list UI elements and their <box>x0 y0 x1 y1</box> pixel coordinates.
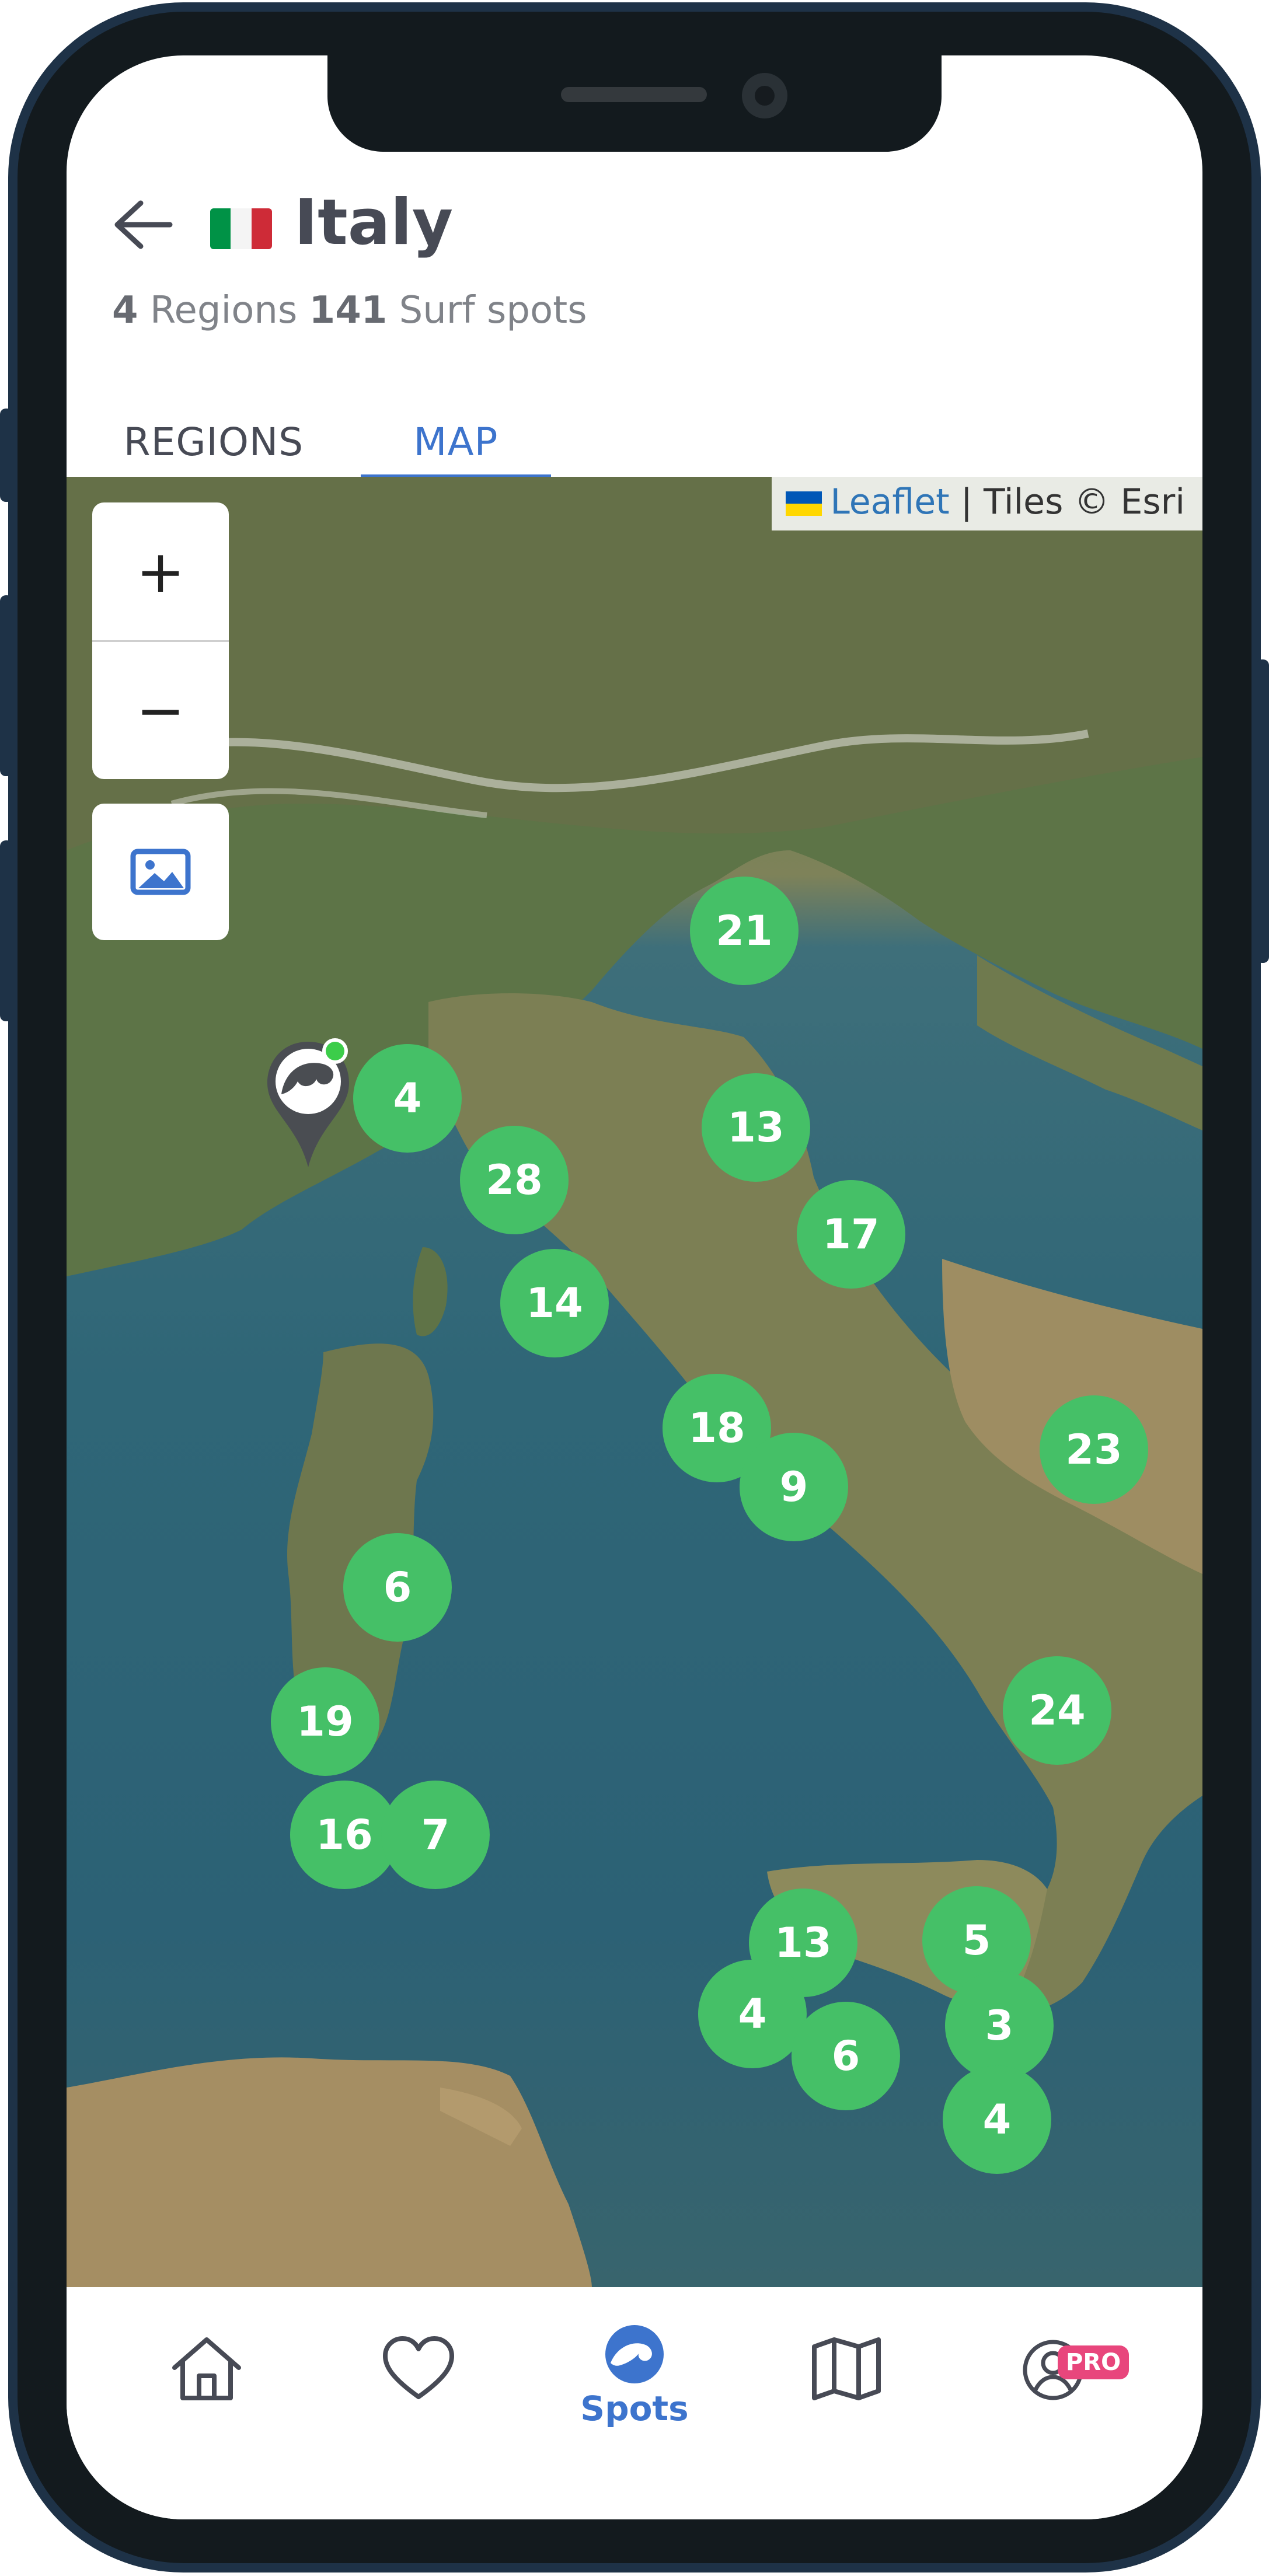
ukraine-flag-icon <box>786 491 822 516</box>
nav-home[interactable] <box>148 2334 265 2462</box>
spot-cluster-marker[interactable]: 4 <box>698 1960 807 2068</box>
spot-cluster-marker[interactable]: 4 <box>353 1044 462 1153</box>
app-screen: Italy 4 Regions 141 Surf spots REGIONS M… <box>67 55 1202 2519</box>
wave-icon <box>605 2325 664 2383</box>
image-icon <box>130 849 191 895</box>
zoom-in-button[interactable]: + <box>92 502 229 642</box>
country-stats: 4 Regions 141 Surf spots <box>112 289 587 332</box>
layer-toggle-button[interactable] <box>92 804 229 940</box>
pro-badge: PRO <box>1058 2345 1129 2379</box>
spot-cluster-marker[interactable]: 21 <box>690 877 799 985</box>
map-view[interactable]: Leaflet | Tiles © Esri + − 21 4 13 28 17… <box>67 477 1202 2287</box>
volume-down-button <box>0 840 13 1021</box>
speaker-grille <box>561 87 707 102</box>
spot-cluster-marker[interactable]: 4 <box>943 2065 1051 2174</box>
page-title: Italy <box>294 186 454 259</box>
back-button[interactable] <box>107 190 177 260</box>
home-icon <box>172 2337 241 2400</box>
spot-cluster-marker[interactable]: 17 <box>797 1180 905 1289</box>
spot-cluster-marker[interactable]: 24 <box>1003 1656 1111 1765</box>
tab-bar: REGIONS MAP <box>67 406 1202 481</box>
zoom-control: + − <box>92 502 229 779</box>
spot-cluster-marker[interactable]: 6 <box>343 1533 452 1642</box>
spot-cluster-marker[interactable]: 9 <box>740 1433 848 1541</box>
regions-label: Regions <box>149 289 298 332</box>
region-count: 4 <box>112 289 138 332</box>
spot-cluster-marker[interactable]: 28 <box>460 1126 569 1234</box>
bottom-navigation: Spots PRO <box>67 2287 1202 2519</box>
map-attribution: Leaflet | Tiles © Esri <box>772 477 1202 530</box>
spot-cluster-marker[interactable]: 14 <box>500 1249 609 1357</box>
italy-flag-icon <box>210 208 272 249</box>
arrow-left-icon <box>114 200 173 249</box>
heart-icon <box>383 2336 454 2399</box>
spot-cluster-marker[interactable]: 6 <box>792 2002 900 2110</box>
spot-cluster-marker[interactable]: 23 <box>1040 1395 1148 1504</box>
volume-up-button <box>0 595 13 776</box>
nav-map[interactable] <box>788 2334 905 2462</box>
nav-spots-label: Spots <box>580 2389 689 2428</box>
spot-cluster-marker[interactable]: 7 <box>381 1781 490 1889</box>
leaflet-link[interactable]: Leaflet <box>830 481 949 522</box>
nav-favorites[interactable] <box>360 2334 477 2462</box>
map-icon <box>812 2337 881 2400</box>
spot-cluster-marker[interactable]: 3 <box>945 1971 1054 2080</box>
zoom-out-button[interactable]: − <box>92 641 229 779</box>
nav-spots[interactable]: Spots <box>576 2322 693 2451</box>
tab-map[interactable]: MAP <box>361 406 551 481</box>
spot-cluster-marker[interactable]: 19 <box>271 1667 379 1776</box>
front-camera <box>742 73 787 118</box>
device-notch <box>327 55 942 152</box>
power-button <box>1256 659 1269 963</box>
tiles-credit: | Tiles © Esri <box>949 481 1185 522</box>
mute-switch <box>0 409 13 502</box>
location-pin-icon[interactable] <box>267 1036 361 1170</box>
spot-count: 141 <box>309 289 388 332</box>
nav-profile[interactable]: PRO <box>1000 2334 1129 2462</box>
spot-cluster-marker[interactable]: 13 <box>702 1073 810 1182</box>
tab-regions[interactable]: REGIONS <box>67 406 361 478</box>
spots-label: Surf spots <box>399 289 587 332</box>
